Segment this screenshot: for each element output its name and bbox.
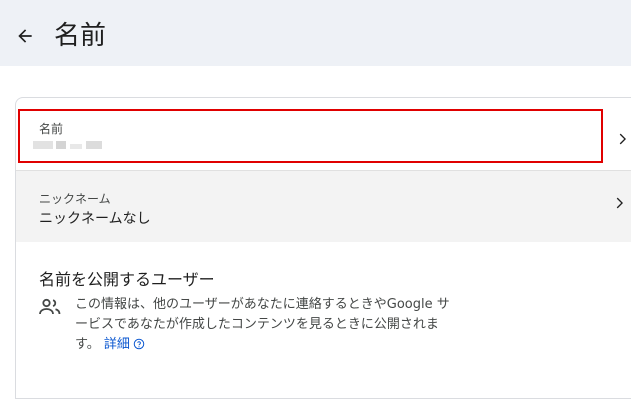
people-icon (39, 298, 61, 315)
nickname-row[interactable]: ニックネーム ニックネームなし (16, 170, 631, 242)
nickname-value: ニックネームなし (39, 211, 151, 227)
chevron-right-icon (619, 133, 626, 145)
name-settings-card: 名前 ニックネーム ニックネームなし 名前を公開するユーザー この情報は、他のユ… (15, 97, 631, 399)
back-button[interactable] (10, 21, 40, 51)
chevron-right-icon (616, 197, 623, 209)
visibility-section-title: 名前を公開するユーザー (39, 270, 215, 289)
visibility-description: この情報は、他のユーザーがあなたに連絡するときやGoogle サービスであなたが… (75, 295, 460, 355)
nickname-label: ニックネーム (39, 192, 111, 206)
help-circle-icon (133, 338, 145, 350)
learn-more-label: 詳細 (103, 337, 130, 352)
top-bar: 名前 (0, 0, 631, 66)
arrow-back-icon (18, 29, 32, 43)
learn-more-link[interactable]: 詳細 (104, 337, 145, 352)
name-label: 名前 (39, 122, 64, 136)
name-row[interactable]: 名前 (16, 108, 631, 170)
page-title: 名前 (54, 21, 107, 51)
